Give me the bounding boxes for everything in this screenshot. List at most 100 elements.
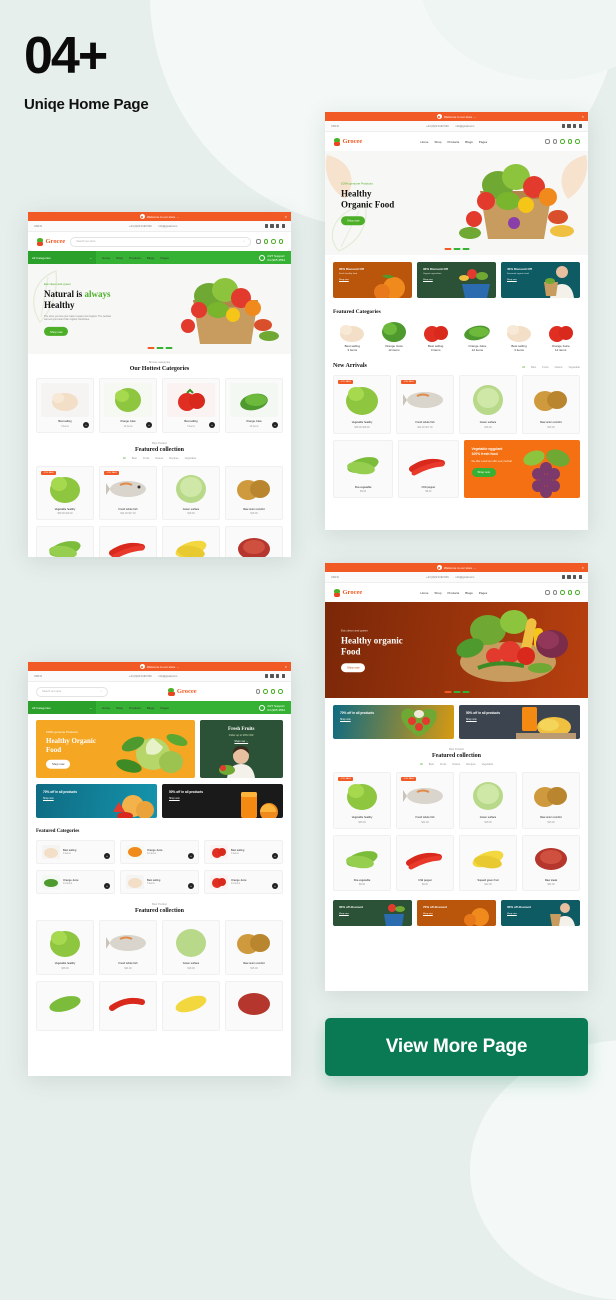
discount-card[interactable]: 30% Discount Off Fresh healthy food Shop…: [333, 262, 412, 298]
side-panel-link[interactable]: Shop now →: [200, 740, 283, 743]
add-icon[interactable]: +: [188, 853, 194, 859]
promo-card[interactable]: 50% off in all products Shop now: [162, 784, 283, 818]
product-card[interactable]: Chili pepper$9.00: [398, 439, 459, 498]
hero-shop-now-button[interactable]: Shop now: [44, 327, 69, 337]
close-icon[interactable]: ×: [582, 565, 584, 570]
category-card[interactable]: Orange Juice 12 items: [458, 321, 497, 352]
discount-card[interactable]: 40% Discount Off Seasonal organic food S…: [501, 262, 580, 298]
product-card[interactable]: [225, 980, 283, 1031]
new-arrivals-filters[interactable]: All Best Fruits Nature Vegetable: [522, 366, 580, 369]
discount-card[interactable]: 30% Discount Off Organic agriculture Sho…: [417, 262, 496, 298]
product-card[interactable]: -15% SALE Vegetable healthy $38.00 $18.00: [333, 375, 391, 434]
category-card[interactable]: Orange Juice 12 items +: [225, 378, 283, 433]
featured-filters[interactable]: All Best Fruits Nature Recipes Vegetable: [36, 457, 283, 460]
product-card[interactable]: -15% SALE Vegetable healthy $38.00: [333, 772, 391, 829]
social-links[interactable]: [264, 674, 285, 678]
hero-shop-now-button[interactable]: Shop now: [341, 662, 366, 672]
category-card[interactable]: Orange Juice 12 items: [541, 321, 580, 352]
product-card[interactable]: Green surface $18.00: [162, 920, 220, 975]
logo[interactable]: Grocee: [333, 588, 362, 597]
social-links[interactable]: [264, 224, 285, 228]
header-actions[interactable]: [256, 239, 283, 244]
add-icon[interactable]: +: [272, 883, 278, 889]
close-icon[interactable]: ×: [582, 114, 584, 119]
product-card[interactable]: Fresh whole fish $44.00: [99, 920, 157, 975]
all-categories-button[interactable]: All Categories ⌄: [28, 701, 96, 714]
category-card[interactable]: Best selling 3 items +: [162, 378, 220, 433]
discount-card[interactable]: 30% off discount Shop now: [333, 900, 412, 926]
mockup-home-3[interactable]: Welcome to our store → × USD $ +44 (0)20…: [28, 662, 291, 1076]
discount-card[interactable]: 30% off discount Shop now: [501, 900, 580, 926]
promo-card[interactable]: Vegetable eggplant 100% fresh food We off…: [463, 439, 580, 498]
add-icon[interactable]: +: [146, 421, 152, 428]
product-card[interactable]: Raw steak$24.00: [225, 526, 283, 557]
product-card[interactable]: Raw steak$24.00: [522, 834, 580, 891]
featured-filters[interactable]: All Best Fruits Nature Recipes Vegetable: [333, 763, 580, 766]
close-icon[interactable]: ×: [285, 214, 287, 219]
category-card[interactable]: Best selling 3 items: [500, 321, 539, 352]
view-more-page-button[interactable]: View More Page: [325, 1018, 588, 1076]
close-icon[interactable]: ×: [285, 664, 287, 669]
product-card[interactable]: Raw onion comfort $15.00: [225, 465, 283, 520]
currency-selector[interactable]: USD $: [34, 675, 42, 678]
header-actions[interactable]: [255, 689, 283, 694]
category-card[interactable]: Orange Juice 12 items +: [204, 870, 283, 894]
product-card[interactable]: Squash green fruit$12.00: [162, 526, 220, 557]
category-card[interactable]: Orange Juice 12 items +: [36, 870, 115, 894]
header-actions[interactable]: [545, 139, 580, 144]
promo-shop-now-button[interactable]: Shop now: [471, 467, 496, 477]
hero-slider-dots[interactable]: [444, 691, 469, 693]
product-card[interactable]: Pea vegetable$9.00: [333, 439, 394, 498]
product-card[interactable]: Chili pepper$9.00: [99, 526, 157, 557]
product-card[interactable]: Chili pepper$9.00: [396, 834, 454, 891]
search-icon[interactable]: ⌕: [244, 240, 245, 243]
currency-selector[interactable]: USD $: [331, 125, 339, 128]
promo-card[interactable]: 70% off in all products Shop now: [36, 784, 157, 818]
product-card[interactable]: Raw onion comfort $15.00: [522, 375, 580, 434]
add-icon[interactable]: +: [188, 883, 194, 889]
category-card[interactable]: Best selling 3 items +: [204, 840, 283, 864]
hero-shop-now-button[interactable]: Shop now: [46, 759, 71, 769]
category-card[interactable]: Orange Juice 12 items: [375, 321, 414, 352]
category-card[interactable]: Orange Juice 12 items +: [99, 378, 157, 433]
product-card[interactable]: Raw onion comfort $15.00: [225, 920, 283, 975]
nav-links[interactable]: Home Shop Products Blogs Pages: [420, 140, 487, 144]
add-icon[interactable]: +: [272, 421, 278, 428]
product-card[interactable]: Pea vegetable$9.00: [333, 834, 391, 891]
nav-links[interactable]: Home Shop Products Blogs Pages: [102, 256, 169, 260]
category-card[interactable]: Orange Juice 12 items +: [120, 840, 199, 864]
hero-slider-dots[interactable]: [147, 347, 172, 349]
add-icon[interactable]: +: [209, 421, 215, 428]
all-categories-button[interactable]: All Categories ⌄: [28, 251, 96, 264]
logo[interactable]: Grocee: [167, 687, 197, 696]
product-card[interactable]: -10% SALE Fresh whole fish $44.00 $17.00: [99, 465, 157, 520]
nav-links[interactable]: Home Shop Products Blogs Pages: [102, 706, 169, 710]
social-links[interactable]: [561, 124, 582, 128]
product-card[interactable]: -15% SALE Vegetable healthy $38.00 $18.00: [36, 465, 94, 520]
currency-selector[interactable]: USD $: [331, 576, 339, 579]
main-navigation[interactable]: All Categories ⌄ Home Shop Products Blogs Pag…: [28, 701, 291, 714]
nav-links[interactable]: Home Shop Products Blogs Pages: [420, 591, 487, 595]
product-card[interactable]: [162, 980, 220, 1031]
mockup-home-1[interactable]: Welcome to our store → × USD $ +44 (0)20…: [28, 212, 291, 557]
add-icon[interactable]: +: [104, 883, 110, 889]
main-navigation[interactable]: All Categories ⌄ Home Shop Products Blogs Pa…: [28, 251, 291, 264]
product-card[interactable]: Raw onion comfort $15.00: [522, 772, 580, 829]
discount-card[interactable]: 70% off discount Shop now: [417, 900, 496, 926]
hero-slider-dots[interactable]: [444, 248, 469, 250]
product-card[interactable]: Green surface $18.00: [459, 375, 517, 434]
product-card[interactable]: Green surface $18.00: [162, 465, 220, 520]
promo-card[interactable]: 70% off in all products Shop now: [333, 705, 454, 739]
header-actions[interactable]: [545, 590, 580, 595]
search-input[interactable]: Search our store ⌕: [70, 236, 251, 247]
category-card[interactable]: Best selling 3 items +: [36, 378, 94, 433]
product-card[interactable]: Squash green fruit$12.00: [459, 834, 517, 891]
promo-card[interactable]: 50% off in all products Shop now: [459, 705, 580, 739]
add-icon[interactable]: +: [272, 853, 278, 859]
hero-shop-now-button[interactable]: Shop now: [341, 215, 366, 225]
add-icon[interactable]: +: [104, 853, 110, 859]
product-card[interactable]: [99, 980, 157, 1031]
category-card[interactable]: Best selling 3 items: [416, 321, 455, 352]
currency-selector[interactable]: USD $: [34, 225, 42, 228]
social-links[interactable]: [561, 575, 582, 579]
